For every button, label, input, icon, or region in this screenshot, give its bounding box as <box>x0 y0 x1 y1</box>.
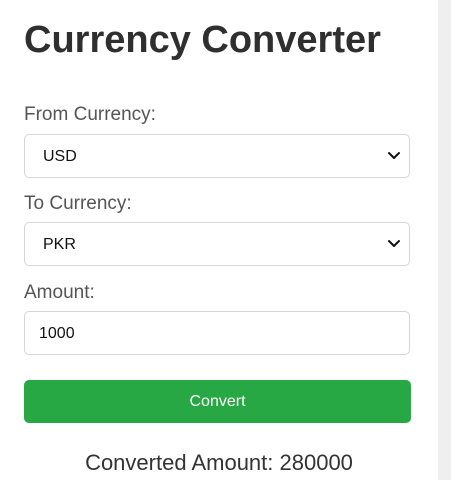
amount-value: 1000 <box>39 325 75 342</box>
converter-card: Currency Converter From Currency: USD To… <box>0 0 438 480</box>
from-currency-value: USD <box>43 148 77 165</box>
to-currency-value: PKR <box>43 236 76 253</box>
chevron-down-icon <box>388 152 400 159</box>
right-side-panel <box>438 0 451 480</box>
to-currency-label: To Currency: <box>24 193 132 214</box>
amount-label: Amount: <box>24 282 95 303</box>
from-currency-label: From Currency: <box>24 104 156 125</box>
converted-amount-text: Converted Amount: 280000 <box>85 450 353 475</box>
convert-button[interactable]: Convert <box>24 380 411 423</box>
currency-converter-page: Currency Converter From Currency: USD To… <box>0 0 451 480</box>
to-currency-select[interactable]: PKR <box>24 222 410 266</box>
from-currency-select[interactable]: USD <box>24 134 410 178</box>
amount-input[interactable]: 1000 <box>24 311 410 355</box>
chevron-down-icon <box>388 240 400 247</box>
page-title: Currency Converter <box>24 19 381 61</box>
